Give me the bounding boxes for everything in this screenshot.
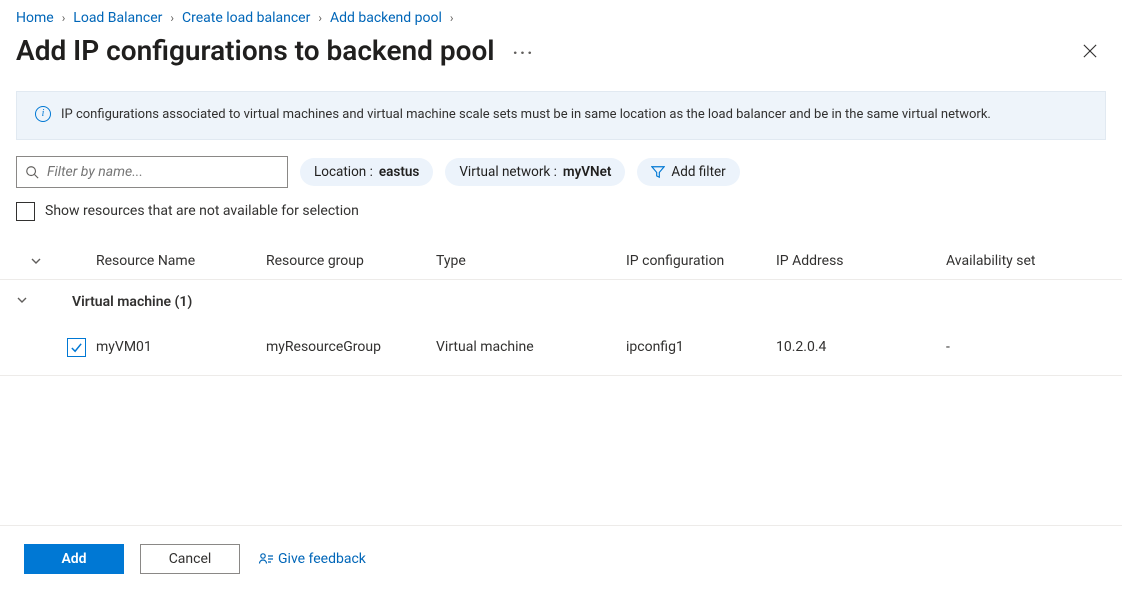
filter-icon <box>651 165 665 179</box>
add-button[interactable]: Add <box>24 544 124 574</box>
show-unavailable-label: Show resources that are not available fo… <box>45 203 359 219</box>
table-header-row: Resource Name Resource group Type IP con… <box>0 243 1122 280</box>
column-header-type[interactable]: Type <box>436 253 626 269</box>
page-title-container: Add IP configurations to backend pool ··… <box>16 34 534 67</box>
close-icon <box>1083 44 1097 58</box>
breadcrumb-add-backend-pool[interactable]: Add backend pool <box>330 10 442 26</box>
chevron-down-icon <box>16 294 28 306</box>
close-button[interactable] <box>1074 35 1106 67</box>
cancel-button[interactable]: Cancel <box>140 544 240 574</box>
breadcrumb-separator: › <box>170 11 174 25</box>
feedback-icon <box>258 551 274 567</box>
give-feedback-label: Give feedback <box>278 551 366 567</box>
info-banner: i IP configurations associated to virtua… <box>16 91 1106 140</box>
search-icon <box>25 165 39 179</box>
cell-availability-set: - <box>946 339 1096 355</box>
filter-pill-location[interactable]: Location : eastus <box>300 158 433 186</box>
filter-location-label: Location : <box>314 164 373 180</box>
page-header: Add IP configurations to backend pool ··… <box>0 26 1122 91</box>
filter-pill-vnet[interactable]: Virtual network : myVNet <box>445 158 625 186</box>
add-filter-label: Add filter <box>671 164 725 180</box>
resources-table: Resource Name Resource group Type IP con… <box>0 243 1122 376</box>
row-checkbox[interactable] <box>67 338 86 357</box>
show-unavailable-row: Show resources that are not available fo… <box>0 202 1122 243</box>
header-expand-all[interactable] <box>16 255 56 267</box>
column-header-name[interactable]: Resource Name <box>96 253 266 269</box>
filter-search-input[interactable] <box>39 163 279 181</box>
breadcrumb-separator: › <box>62 11 66 25</box>
filter-location-value: eastus <box>379 164 419 180</box>
column-header-resource-group[interactable]: Resource group <box>266 253 436 269</box>
column-header-ip-address[interactable]: IP Address <box>776 253 946 269</box>
more-actions-button[interactable]: ··· <box>513 37 535 64</box>
group-expand-toggle[interactable] <box>16 294 56 310</box>
cell-ip-address: 10.2.0.4 <box>776 339 946 355</box>
filter-vnet-value: myVNet <box>563 164 612 180</box>
group-label: Virtual machine (1) <box>56 294 192 310</box>
show-unavailable-checkbox[interactable] <box>16 202 35 221</box>
filter-search-box[interactable] <box>16 156 288 188</box>
cell-ip-configuration: ipconfig1 <box>626 339 776 355</box>
info-icon: i <box>35 106 51 122</box>
add-filter-button[interactable]: Add filter <box>637 158 739 186</box>
breadcrumb-create-lb[interactable]: Create load balancer <box>182 10 310 26</box>
breadcrumb-separator: › <box>450 11 454 25</box>
column-header-ip-configuration[interactable]: IP configuration <box>626 253 776 269</box>
breadcrumb-load-balancer[interactable]: Load Balancer <box>73 10 162 26</box>
table-group-row-vm[interactable]: Virtual machine (1) <box>0 280 1122 324</box>
check-icon <box>70 341 83 354</box>
filter-row: Location : eastus Virtual network : myVN… <box>0 156 1122 202</box>
footer-bar: Add Cancel Give feedback <box>0 525 1122 574</box>
cell-resource-name: myVM01 <box>96 339 266 355</box>
info-banner-text: IP configurations associated to virtual … <box>61 106 991 125</box>
give-feedback-link[interactable]: Give feedback <box>258 551 366 567</box>
page-title: Add IP configurations to backend pool <box>16 34 495 67</box>
filter-vnet-label: Virtual network : <box>459 164 557 180</box>
breadcrumb-separator: › <box>318 11 322 25</box>
chevron-down-icon <box>30 255 42 267</box>
column-header-availability-set[interactable]: Availability set <box>946 253 1096 269</box>
cell-resource-group: myResourceGroup <box>266 339 436 355</box>
cell-type: Virtual machine <box>436 339 626 355</box>
breadcrumb-home[interactable]: Home <box>16 10 54 26</box>
breadcrumb: Home › Load Balancer › Create load balan… <box>0 0 1122 26</box>
table-row[interactable]: myVM01 myResourceGroup Virtual machine i… <box>0 324 1122 376</box>
